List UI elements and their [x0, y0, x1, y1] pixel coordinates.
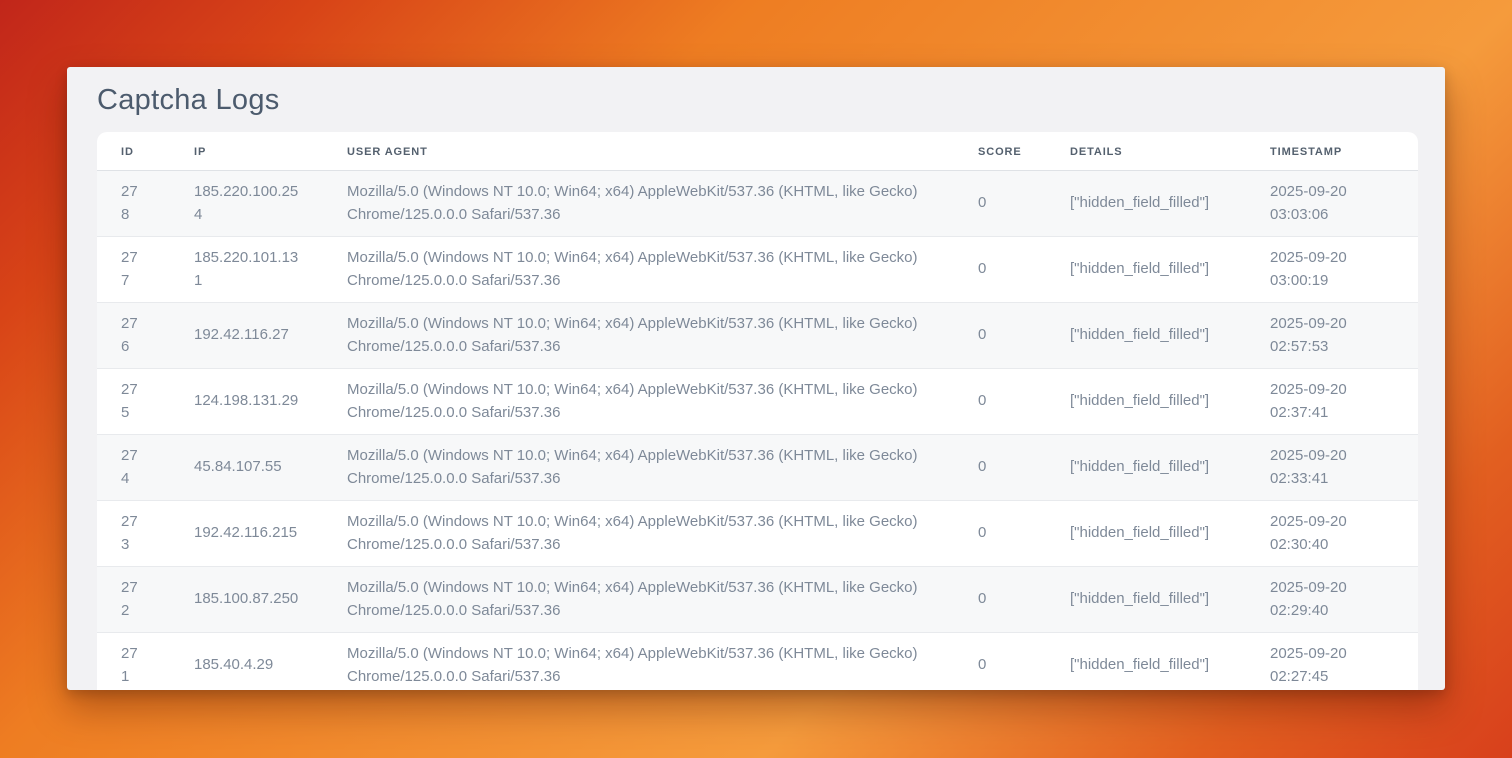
cell-timestamp: 2025-09-20 02:57:53 — [1246, 303, 1418, 369]
cell-details: ["hidden_field_filled"] — [1046, 171, 1246, 237]
cell-score: 0 — [954, 567, 1046, 633]
cell-timestamp: 2025-09-20 02:30:40 — [1246, 501, 1418, 567]
cell-timestamp: 2025-09-20 02:37:41 — [1246, 369, 1418, 435]
cell-details: ["hidden_field_filled"] — [1046, 567, 1246, 633]
cell-id: 273 — [97, 501, 170, 567]
cell-details: ["hidden_field_filled"] — [1046, 435, 1246, 501]
cell-id: 271 — [97, 633, 170, 691]
table-row: 273 192.42.116.215 Mozilla/5.0 (Windows … — [97, 501, 1418, 567]
cell-user-agent: Mozilla/5.0 (Windows NT 10.0; Win64; x64… — [323, 237, 954, 303]
table-row: 272 185.100.87.250 Mozilla/5.0 (Windows … — [97, 567, 1418, 633]
cell-id: 277 — [97, 237, 170, 303]
log-table-body: 278 185.220.100.254 Mozilla/5.0 (Windows… — [97, 171, 1418, 691]
column-header-timestamp: TIMESTAMP — [1246, 132, 1418, 171]
table-row: 276 192.42.116.27 Mozilla/5.0 (Windows N… — [97, 303, 1418, 369]
column-header-ip: IP — [170, 132, 323, 171]
cell-timestamp: 2025-09-20 03:03:06 — [1246, 171, 1418, 237]
column-header-details: DETAILS — [1046, 132, 1246, 171]
column-header-id: ID — [97, 132, 170, 171]
cell-user-agent: Mozilla/5.0 (Windows NT 10.0; Win64; x64… — [323, 303, 954, 369]
cell-details: ["hidden_field_filled"] — [1046, 237, 1246, 303]
cell-ip: 185.40.4.29 — [170, 633, 323, 691]
cell-id: 272 — [97, 567, 170, 633]
cell-user-agent: Mozilla/5.0 (Windows NT 10.0; Win64; x64… — [323, 501, 954, 567]
cell-score: 0 — [954, 171, 1046, 237]
captcha-logs-table: ID IP USER AGENT SCORE DETAILS TIMESTAMP… — [97, 132, 1418, 690]
captcha-logs-table-container: ID IP USER AGENT SCORE DETAILS TIMESTAMP… — [97, 132, 1418, 690]
cell-timestamp: 2025-09-20 02:29:40 — [1246, 567, 1418, 633]
table-row: 274 45.84.107.55 Mozilla/5.0 (Windows NT… — [97, 435, 1418, 501]
cell-timestamp: 2025-09-20 02:27:45 — [1246, 633, 1418, 691]
cell-score: 0 — [954, 369, 1046, 435]
cell-timestamp: 2025-09-20 02:33:41 — [1246, 435, 1418, 501]
captcha-logs-card: Captcha Logs ID IP USER AGENT SCORE DETA… — [67, 67, 1445, 690]
cell-ip: 185.220.100.254 — [170, 171, 323, 237]
table-row: 277 185.220.101.131 Mozilla/5.0 (Windows… — [97, 237, 1418, 303]
table-header: ID IP USER AGENT SCORE DETAILS TIMESTAMP — [97, 132, 1418, 171]
table-row: 278 185.220.100.254 Mozilla/5.0 (Windows… — [97, 171, 1418, 237]
cell-ip: 124.198.131.29 — [170, 369, 323, 435]
cell-user-agent: Mozilla/5.0 (Windows NT 10.0; Win64; x64… — [323, 369, 954, 435]
cell-id: 275 — [97, 369, 170, 435]
cell-id: 278 — [97, 171, 170, 237]
cell-user-agent: Mozilla/5.0 (Windows NT 10.0; Win64; x64… — [323, 567, 954, 633]
table-row: 275 124.198.131.29 Mozilla/5.0 (Windows … — [97, 369, 1418, 435]
cell-id: 276 — [97, 303, 170, 369]
cell-user-agent: Mozilla/5.0 (Windows NT 10.0; Win64; x64… — [323, 435, 954, 501]
cell-ip: 45.84.107.55 — [170, 435, 323, 501]
page-title: Captcha Logs — [67, 67, 1445, 132]
cell-score: 0 — [954, 633, 1046, 691]
cell-score: 0 — [954, 435, 1046, 501]
table-row: 271 185.40.4.29 Mozilla/5.0 (Windows NT … — [97, 633, 1418, 691]
cell-details: ["hidden_field_filled"] — [1046, 501, 1246, 567]
cell-user-agent: Mozilla/5.0 (Windows NT 10.0; Win64; x64… — [323, 633, 954, 691]
cell-ip: 185.220.101.131 — [170, 237, 323, 303]
column-header-score: SCORE — [954, 132, 1046, 171]
cell-score: 0 — [954, 501, 1046, 567]
cell-user-agent: Mozilla/5.0 (Windows NT 10.0; Win64; x64… — [323, 171, 954, 237]
cell-details: ["hidden_field_filled"] — [1046, 303, 1246, 369]
cell-timestamp: 2025-09-20 03:00:19 — [1246, 237, 1418, 303]
cell-details: ["hidden_field_filled"] — [1046, 369, 1246, 435]
cell-id: 274 — [97, 435, 170, 501]
cell-ip: 192.42.116.215 — [170, 501, 323, 567]
cell-details: ["hidden_field_filled"] — [1046, 633, 1246, 691]
cell-score: 0 — [954, 237, 1046, 303]
cell-score: 0 — [954, 303, 1046, 369]
cell-ip: 192.42.116.27 — [170, 303, 323, 369]
column-header-user-agent: USER AGENT — [323, 132, 954, 171]
cell-ip: 185.100.87.250 — [170, 567, 323, 633]
